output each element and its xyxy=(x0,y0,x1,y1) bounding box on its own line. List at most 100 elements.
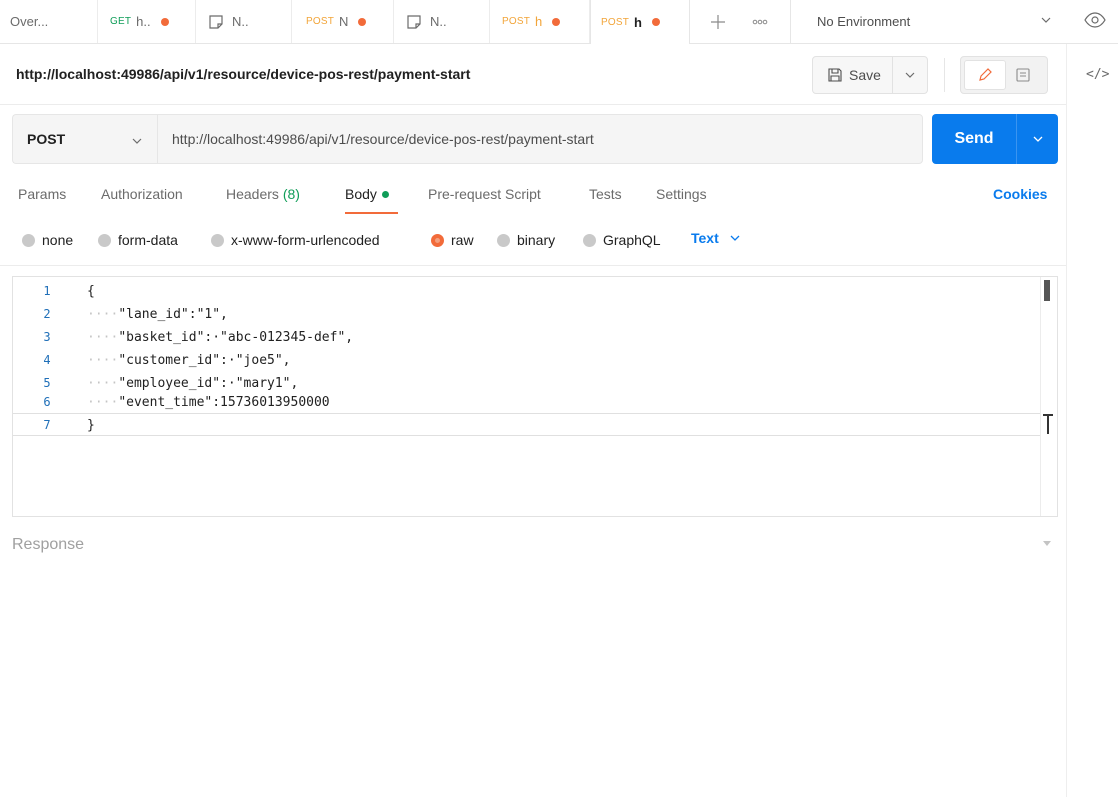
editor-line: 4 ····"customer_id":·"joe5", xyxy=(13,349,1041,372)
tab-post-request-active[interactable]: POST h xyxy=(590,0,690,44)
tab-headers-label: Headers xyxy=(226,186,279,202)
line-text: "event_time":15736013950000 xyxy=(118,395,330,410)
tab-title: N.. xyxy=(232,14,249,29)
tab-authorization[interactable]: Authorization xyxy=(101,186,183,202)
tab-method: GET xyxy=(110,16,132,27)
tab-title: Over... xyxy=(10,14,49,29)
tab-post-request-2[interactable]: POST h xyxy=(490,0,590,43)
line-text: "basket_id":·"abc-012345-def", xyxy=(118,330,354,345)
tab-get-request[interactable]: GET h.. xyxy=(98,0,196,43)
line-text: "lane_id":"1", xyxy=(118,307,228,322)
tab-title: N xyxy=(339,14,349,29)
unsaved-dot-icon xyxy=(651,18,660,26)
whitespace-marker: ···· xyxy=(87,353,119,368)
cookies-link[interactable]: Cookies xyxy=(993,186,1047,202)
line-text: { xyxy=(87,284,95,299)
line-code: ····"event_time":15736013950000 xyxy=(87,391,330,414)
tab-note-1[interactable]: N.. xyxy=(196,0,292,43)
documentation-icon[interactable] xyxy=(1015,67,1031,83)
scrollbar-thumb[interactable] xyxy=(1044,280,1050,301)
tab-tests[interactable]: Tests xyxy=(589,186,622,202)
pencil-icon xyxy=(979,68,992,81)
url-input[interactable]: http://localhost:49986/api/v1/resource/d… xyxy=(157,114,923,164)
new-tab-button[interactable] xyxy=(700,0,736,43)
line-text: } xyxy=(87,418,95,433)
body-type-graphql[interactable]: GraphQL xyxy=(583,232,661,248)
line-code: { xyxy=(87,280,95,303)
line-code: ····"basket_id":·"abc-012345-def", xyxy=(87,326,353,349)
header-divider xyxy=(944,58,945,92)
body-type-form-data[interactable]: form-data xyxy=(98,232,178,248)
code-snippet-icon[interactable]: </> xyxy=(1086,67,1109,82)
note-icon xyxy=(209,14,223,29)
tab-bar: Over... GET h.. N.. POST N N.. POST h PO… xyxy=(0,0,1118,44)
environment-select[interactable]: No Environment xyxy=(790,0,1066,43)
method-value: POST xyxy=(27,131,66,147)
ellipsis-icon xyxy=(752,19,768,24)
line-number: 6 xyxy=(43,395,51,409)
editor-scrollbar[interactable] xyxy=(1040,277,1058,516)
raw-format-select[interactable]: Text xyxy=(691,230,741,246)
tab-method: POST xyxy=(502,16,531,27)
send-button-group: Send xyxy=(932,114,1058,164)
chevron-down-icon xyxy=(1041,17,1051,23)
save-button[interactable]: Save xyxy=(813,57,893,93)
right-sidebar-divider xyxy=(1066,44,1067,797)
plus-icon xyxy=(711,14,725,29)
line-number: 3 xyxy=(43,330,51,344)
body-editor[interactable]: 1 { 2 ····"lane_id":"1", 3 ····"basket_i… xyxy=(12,276,1058,517)
radio-selected-icon xyxy=(431,233,444,247)
view-toggle xyxy=(960,56,1048,94)
raw-format-value: Text xyxy=(691,230,719,246)
line-text: "customer_id":·"joe5", xyxy=(118,353,291,368)
body-type-none[interactable]: none xyxy=(22,232,73,248)
body-type-label: GraphQL xyxy=(603,232,661,248)
send-options-button[interactable] xyxy=(1017,133,1058,145)
more-tabs-button[interactable] xyxy=(742,0,782,43)
tab-note-2[interactable]: N.. xyxy=(394,0,490,43)
whitespace-marker: ···· xyxy=(87,376,119,391)
radio-icon xyxy=(497,233,510,247)
body-type-label: binary xyxy=(517,232,556,248)
save-options-button[interactable] xyxy=(893,69,927,81)
save-icon xyxy=(828,68,842,82)
save-label: Save xyxy=(849,67,881,83)
body-type-binary[interactable]: binary xyxy=(497,232,555,248)
editor-line: 1 { xyxy=(13,280,1041,303)
line-number: 7 xyxy=(43,418,51,432)
line-code: ····"lane_id":"1", xyxy=(87,303,228,326)
body-separator xyxy=(0,265,1066,266)
response-header[interactable]: Response xyxy=(12,536,84,554)
eye-icon[interactable] xyxy=(1084,11,1106,29)
tab-settings[interactable]: Settings xyxy=(656,186,707,202)
tab-overview[interactable]: Over... xyxy=(0,0,98,43)
header-separator xyxy=(0,104,1066,105)
method-select[interactable]: POST xyxy=(12,114,157,164)
body-type-label: form-data xyxy=(118,232,178,248)
save-button-group: Save xyxy=(812,56,928,94)
tab-headers[interactable]: Headers (8) xyxy=(226,186,300,202)
body-type-raw[interactable]: raw xyxy=(431,232,474,248)
tab-pre-request-script[interactable]: Pre-request Script xyxy=(428,186,541,202)
edit-mode-button[interactable] xyxy=(964,60,1006,90)
active-tab-indicator xyxy=(345,212,398,214)
line-code: ····"customer_id":·"joe5", xyxy=(87,349,291,372)
tab-post-request-1[interactable]: POST N xyxy=(292,0,394,43)
tab-body[interactable]: Body xyxy=(345,186,389,202)
body-type-urlencoded[interactable]: x-www-form-urlencoded xyxy=(211,232,380,248)
editor-line: 3 ····"basket_id":·"abc-012345-def", xyxy=(13,326,1041,349)
line-number: 4 xyxy=(43,353,51,367)
caret-down-icon[interactable] xyxy=(1042,541,1052,547)
whitespace-marker: ···· xyxy=(87,395,119,410)
unsaved-dot-icon xyxy=(358,17,367,26)
line-text: "employee_id":·"mary1", xyxy=(118,376,299,391)
line-number: 1 xyxy=(43,284,51,298)
radio-icon xyxy=(22,233,35,247)
line-code: } xyxy=(87,414,95,437)
tab-params[interactable]: Params xyxy=(18,186,66,202)
tab-body-label: Body xyxy=(345,186,377,202)
tab-method: POST xyxy=(306,16,335,27)
chevron-down-icon xyxy=(730,235,740,241)
request-title[interactable]: http://localhost:49986/api/v1/resource/d… xyxy=(16,66,470,82)
send-button[interactable]: Send xyxy=(932,114,1017,164)
